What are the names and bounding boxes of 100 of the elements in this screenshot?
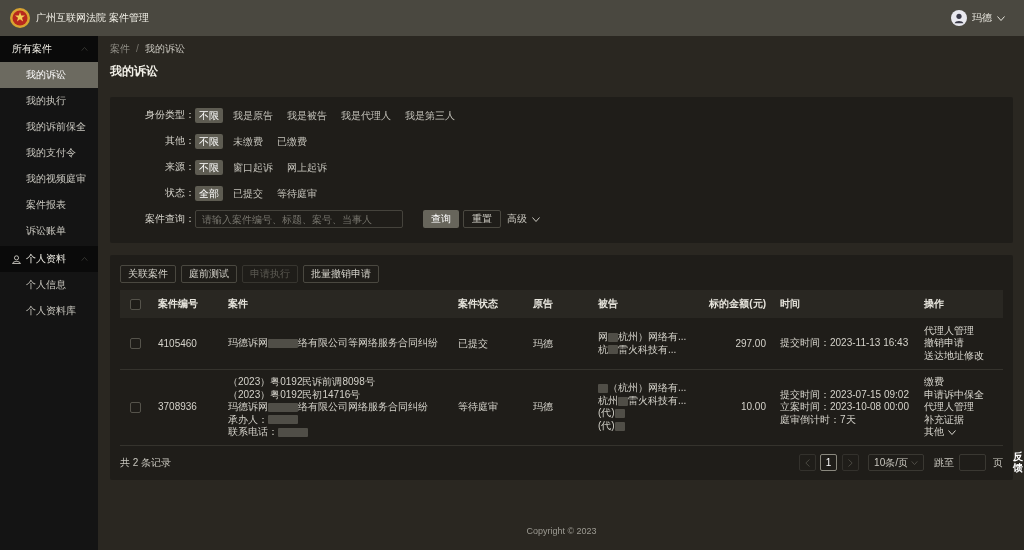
menu-group[interactable]: 个人资料 <box>0 246 98 272</box>
filter-option[interactable]: 不限 <box>195 159 223 175</box>
case-text: 联系电话： <box>228 426 278 439</box>
jump-suffix: 页 <box>993 456 1003 469</box>
filter-option[interactable]: 网上起诉 <box>283 159 331 175</box>
menu-item[interactable]: 我的支付令 <box>0 140 98 166</box>
menu-item[interactable]: 我的诉讼 <box>0 62 98 88</box>
checkbox[interactable] <box>129 298 141 310</box>
advanced-toggle[interactable]: 高级 <box>507 213 540 225</box>
jump-label: 跳至 <box>934 456 954 469</box>
table-cell: 3708936 <box>158 401 197 413</box>
checkbox[interactable] <box>129 338 141 349</box>
caret-down-icon <box>532 216 540 222</box>
filter-option[interactable]: 不限 <box>195 107 223 123</box>
filter-option[interactable]: 我是原告 <box>229 107 277 123</box>
time-text: 提交时间：2023-11-13 16:43 <box>780 337 910 350</box>
filter-option[interactable]: 我是代理人 <box>337 107 395 123</box>
caret-down-icon <box>997 15 1005 21</box>
defendant-text: （杭州）网络有... <box>608 382 687 395</box>
page-button[interactable]: 1 <box>820 454 838 471</box>
column-header: 时间 <box>780 298 800 310</box>
toolbar-button[interactable]: 关联案件 <box>120 265 176 283</box>
table-cell: 玛德 <box>533 337 553 349</box>
menu-item[interactable]: 案件报表 <box>0 192 98 218</box>
action-link[interactable]: 送达地址修改 <box>924 349 984 363</box>
search-button[interactable]: 查询 <box>423 210 459 228</box>
action-link[interactable]: 补充证据 <box>924 413 964 426</box>
filter-label: 状态： <box>164 187 195 199</box>
defendant-text: 杭州 <box>598 394 618 408</box>
menu-item[interactable]: 我的执行 <box>0 88 98 114</box>
avatar-icon[interactable] <box>951 10 967 26</box>
action-link[interactable]: 代理人管理 <box>924 401 974 414</box>
action-menu[interactable]: 其他 <box>924 426 956 439</box>
table-cell: 4105460 <box>158 337 197 349</box>
caret-up-icon <box>81 257 88 261</box>
page-size-select[interactable]: 10条/页 <box>868 454 924 471</box>
defendant-text: (代) <box>598 419 615 433</box>
table-cell: 玛德 <box>533 401 553 413</box>
breadcrumb-separator: / <box>136 43 139 55</box>
action-link[interactable]: 缴费 <box>924 376 944 389</box>
filter-option[interactable]: 未缴费 <box>229 133 267 149</box>
copyright-text: Copyright © 2023 <box>526 525 597 537</box>
case-text: 络有限公司等网络服务合同纠纷 <box>298 337 438 350</box>
action-link[interactable]: 代理人管理 <box>924 324 974 338</box>
search-field[interactable]: 请输入案件编号、标题、案号、当事人 <box>195 210 403 228</box>
reset-button[interactable]: 重置 <box>463 210 501 228</box>
user-menu[interactable]: 玛德 <box>972 12 1005 24</box>
table-cell: 已提交 <box>458 337 488 349</box>
menu-item[interactable]: 个人信息 <box>0 272 98 298</box>
toolbar-button[interactable]: 批量撤销申请 <box>303 265 379 283</box>
feedback-tab[interactable]: 反馈 <box>1013 451 1023 473</box>
breadcrumb-current: 我的诉讼 <box>144 43 185 55</box>
filter-option[interactable]: 不限 <box>195 133 223 149</box>
time-text: 立案时间：2023-10-08 00:00 <box>780 401 910 414</box>
redaction-block <box>278 427 308 437</box>
filter-option[interactable]: 我是第三人 <box>401 107 459 123</box>
filter-option[interactable]: 全部 <box>195 185 223 201</box>
filter-option[interactable]: 已缴费 <box>273 133 311 149</box>
filter-option[interactable]: 窗口起诉 <box>229 159 277 175</box>
column-header: 案件编号 <box>158 298 198 310</box>
page-jump-field[interactable] <box>959 454 986 471</box>
column-header: 标的金额(元) <box>709 298 766 310</box>
toolbar-button[interactable]: 庭前测试 <box>181 265 237 283</box>
filter-label: 案件查询： <box>144 213 195 225</box>
menu-group[interactable]: 所有案件 <box>0 36 98 62</box>
caret-down-icon <box>911 460 918 465</box>
action-link[interactable]: 申请诉中保全 <box>924 388 984 401</box>
menu-item[interactable]: 我的诉前保全 <box>0 114 98 140</box>
case-text: 玛德诉网 <box>228 401 268 414</box>
menu-item[interactable]: 诉讼账单 <box>0 218 98 244</box>
case-text: （2023）粤0192民诉前调8098号 <box>228 376 375 389</box>
filter-label: 身份类型： <box>144 109 195 121</box>
table-cell: 297.00 <box>735 337 766 350</box>
defendant-text: 杭州）网络有... <box>618 331 687 344</box>
redaction-block <box>268 339 298 348</box>
redaction-block <box>268 402 298 412</box>
filter-option[interactable]: 已提交 <box>229 185 267 201</box>
defendant-text: 雷火科技有... <box>628 394 687 408</box>
action-link[interactable]: 撤销申请 <box>924 337 964 350</box>
record-count: 共 2 条记录 <box>120 456 172 469</box>
filter-option[interactable]: 我是被告 <box>283 107 331 123</box>
column-header: 被告 <box>598 298 618 310</box>
app-title: 广州互联网法院 案件管理 <box>36 12 149 24</box>
filter-option[interactable]: 等待庭审 <box>273 185 321 201</box>
menu-item[interactable]: 我的视频庭审 <box>0 166 98 192</box>
breadcrumb-link[interactable]: 案件 <box>110 43 130 55</box>
table-cell: 等待庭审 <box>458 401 498 413</box>
user-icon <box>12 254 21 264</box>
case-text: （2023）粤0192民初14716号 <box>228 388 361 401</box>
redaction-block <box>614 421 625 431</box>
column-header: 案件状态 <box>458 298 498 310</box>
defendant-text: 杭 <box>598 343 608 356</box>
redaction-block <box>268 415 298 425</box>
redaction-block <box>614 409 625 418</box>
page-title: 我的诉讼 <box>110 63 158 79</box>
time-text: 庭审倒计时：7天 <box>780 413 857 426</box>
checkbox[interactable] <box>129 401 141 413</box>
defendant-text: (代) <box>598 407 615 420</box>
caret-up-icon <box>81 47 88 51</box>
menu-item[interactable]: 个人资料库 <box>0 298 98 324</box>
